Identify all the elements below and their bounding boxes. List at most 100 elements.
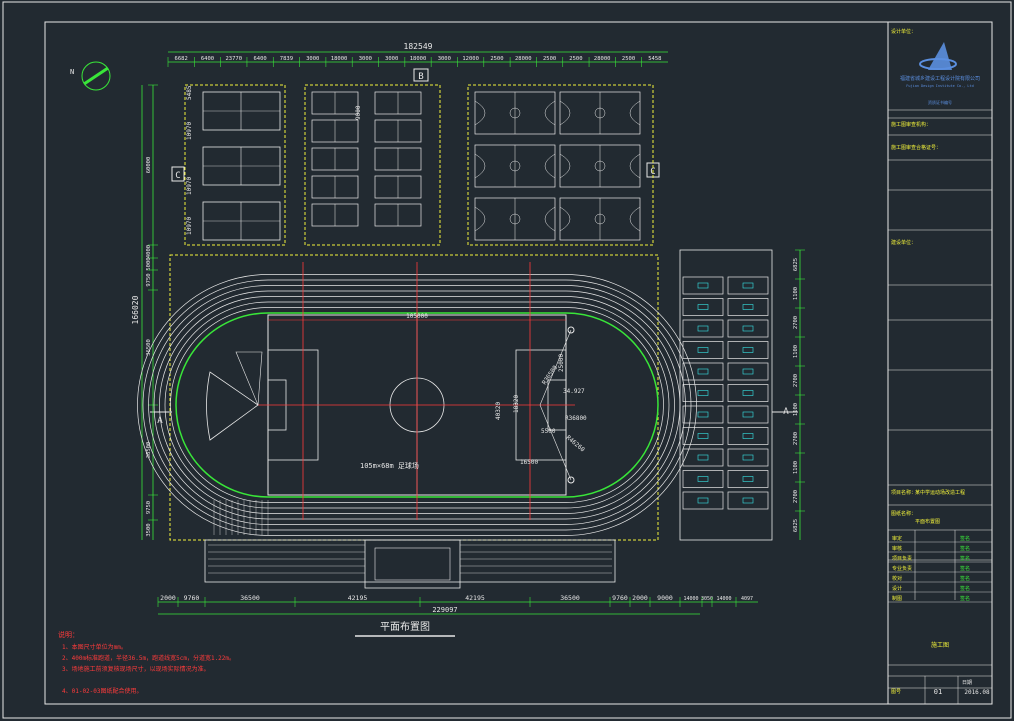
stand-block-marker: [742, 476, 754, 482]
total-width-dim: 182549: [404, 42, 433, 51]
stands-right-frame: [679, 249, 773, 541]
right-dim-label: 1100: [793, 461, 799, 474]
stand-block-marker: [697, 454, 709, 461]
field-dim: 40320: [495, 402, 502, 420]
stand-block-marker: [697, 282, 709, 289]
left-dim-label: 3500: [146, 523, 152, 536]
top-dim-label: 2500: [622, 56, 635, 62]
general-notes: 说明： 1、本图尺寸单位为mm。 2、400m标准跑道，半径36.5m，跑道线宽…: [58, 630, 235, 695]
right-dim-label: 2700: [793, 316, 799, 329]
tb-role: 专业负责: [892, 565, 912, 572]
stand-block: [682, 319, 724, 338]
football-field: 105000 105m×68m 足球场: [258, 262, 575, 520]
tb-field: 设计单位：: [891, 28, 916, 35]
note-line: 3、场地施工前须复核现场尺寸，以现场实际情况为准。: [62, 665, 210, 673]
drawing-title-text: 平面布置图: [380, 621, 430, 633]
tb-role: 项目负责: [892, 555, 912, 562]
stand-block-marker: [697, 304, 709, 310]
throwing-sector: [206, 351, 263, 441]
right-dim-label: 2700: [793, 432, 799, 445]
right-dim-label: 6825: [793, 258, 799, 271]
svg-text:N: N: [70, 68, 74, 76]
company-logo-icon: [919, 42, 957, 70]
sheet-border: [2, 1, 1012, 719]
stand-block: [727, 427, 769, 445]
field-dim: 25000: [558, 354, 565, 372]
bottom-dim-label: 9000: [657, 594, 673, 602]
field-dim: 16500: [520, 459, 538, 466]
tb-role: 审核: [892, 545, 902, 552]
top-dim-label: 6400: [201, 56, 214, 62]
company-name-en: Fujian Design Institute Co., Ltd: [906, 84, 973, 88]
left-total-dimension: 166020: [131, 85, 143, 540]
notes-heading: 说明：: [58, 630, 79, 639]
stand-block: [727, 491, 769, 510]
left-dim-label: 5000: [146, 257, 152, 270]
stand-block-marker: [697, 368, 709, 375]
basketball-arc: [559, 153, 571, 179]
stand-block: [727, 384, 769, 402]
bottom-dim-label: 36500: [560, 594, 580, 602]
top-dim-label: 2500: [490, 56, 503, 62]
left-dim-label: 9750: [146, 273, 152, 286]
field-dim: 5500: [541, 428, 556, 435]
court-dim: 10970: [186, 122, 193, 140]
top-dim-label: 12000: [462, 56, 479, 62]
stand-block: [727, 298, 769, 316]
stand-block-marker: [742, 411, 754, 418]
bottom-dim-label: 9760: [612, 594, 628, 602]
field-dim: R46260: [565, 434, 586, 454]
top-dim-label: 2500: [569, 56, 582, 62]
stand-block-marker: [742, 325, 754, 332]
stand-block: [682, 276, 724, 295]
field-dim: R36800: [565, 415, 587, 422]
note-line: 1、本图尺寸单位为mm。: [62, 643, 127, 651]
basketball-arc: [544, 100, 556, 126]
tb-field: 图纸名称：: [891, 510, 916, 517]
stand-block-marker: [742, 433, 754, 439]
title-block-grid: [888, 109, 992, 704]
tb-signature: 签名: [960, 595, 970, 602]
stand-block-marker: [697, 325, 709, 332]
left-dim-label: 60000: [146, 157, 152, 174]
stand-block-marker: [742, 282, 754, 289]
left-total-dim: 166020: [131, 295, 140, 324]
stand-block: [682, 384, 724, 402]
top-dim-label: 18000: [331, 56, 348, 62]
bottom-total-dim: 229097: [432, 606, 457, 614]
tb-signature: 签名: [960, 535, 970, 542]
tb-drawing-no: 01: [934, 688, 942, 696]
stand-block: [727, 362, 769, 381]
stand-block-marker: [742, 454, 754, 461]
stand-block: [682, 448, 724, 467]
note-line: 2、400m标准跑道，半径36.5m，跑道线宽5cm，分道宽1.22m。: [62, 654, 235, 662]
stand-block-marker: [697, 476, 709, 482]
right-dimension-chain: 6825 1100 2700 1100 2700 1100 2700 1100 2700 6825: [793, 249, 805, 540]
field-dim: 18320: [513, 395, 520, 413]
tb-signature: 签名: [960, 575, 970, 582]
stand-block-marker: [742, 390, 754, 396]
cert-label: 资质证书编号: [928, 99, 952, 105]
stand-block: [727, 470, 769, 488]
basketball-arc: [544, 206, 556, 232]
field-dim: R36500: [541, 364, 559, 386]
right-dim-label: 1100: [793, 403, 799, 416]
top-dim-label: 3000: [359, 56, 372, 62]
court-dim: 10970: [186, 217, 193, 235]
basketball-arc: [559, 206, 571, 232]
stand-block-marker: [697, 347, 709, 353]
right-dim-label: 1100: [793, 287, 799, 300]
right-dim-label: 1100: [793, 345, 799, 358]
right-dim-label: 6825: [793, 519, 799, 532]
stand-block: [727, 405, 769, 424]
basketball-arc: [474, 206, 486, 232]
tennis-courts: [202, 91, 281, 241]
section-b-label: B: [418, 72, 423, 82]
tb-signature: 签名: [960, 565, 970, 572]
bottom-dim-label: 14000: [716, 596, 731, 602]
top-dim-label: 3000: [385, 56, 398, 62]
top-total-dimension: 182549: [168, 42, 668, 53]
tb-project: 某中学运动场改造工程: [915, 489, 965, 496]
court-dim: 10970: [186, 177, 193, 195]
bottom-dim-label: 42195: [465, 594, 485, 602]
